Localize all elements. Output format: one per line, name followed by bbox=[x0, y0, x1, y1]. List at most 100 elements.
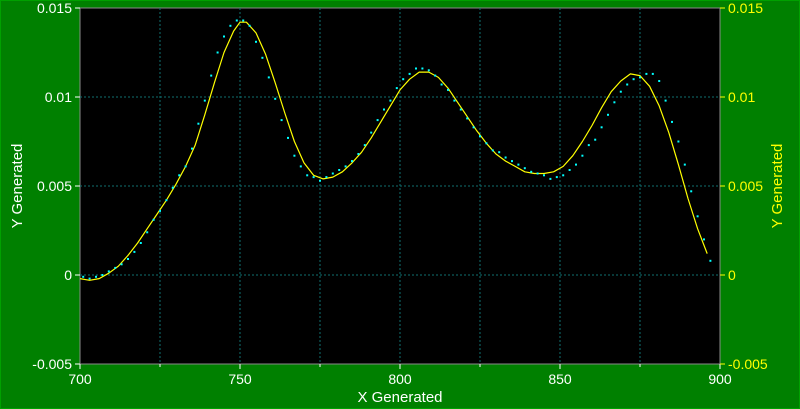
y-tick-label-left: 0.015 bbox=[37, 0, 72, 16]
data-point bbox=[466, 117, 469, 120]
data-point bbox=[530, 170, 533, 173]
data-point bbox=[536, 172, 539, 175]
data-point bbox=[344, 165, 347, 168]
data-point bbox=[395, 87, 398, 90]
x-tick-label: 900 bbox=[708, 371, 732, 387]
data-point bbox=[434, 74, 437, 77]
data-point bbox=[351, 160, 353, 163]
data-point bbox=[555, 176, 558, 179]
data-point bbox=[696, 215, 699, 218]
data-point bbox=[549, 177, 552, 180]
data-point bbox=[216, 51, 219, 54]
data-point bbox=[594, 138, 597, 141]
data-point bbox=[421, 67, 424, 70]
data-point bbox=[197, 122, 200, 125]
data-point bbox=[562, 174, 565, 177]
data-point bbox=[543, 174, 545, 177]
data-point bbox=[683, 163, 686, 166]
data-point bbox=[293, 154, 296, 157]
x-tick-label: 700 bbox=[68, 371, 92, 387]
data-point bbox=[223, 35, 225, 38]
data-point bbox=[287, 136, 289, 139]
data-point bbox=[651, 72, 654, 75]
data-point bbox=[690, 190, 693, 193]
data-point bbox=[600, 126, 603, 129]
data-point bbox=[402, 78, 405, 81]
data-point bbox=[120, 263, 123, 266]
data-point bbox=[658, 80, 661, 82]
data-point bbox=[101, 274, 104, 276]
y-tick-label-right: -0.005 bbox=[728, 356, 768, 372]
y-tick-label-left: 0.005 bbox=[37, 178, 72, 194]
data-point bbox=[267, 76, 270, 79]
data-point bbox=[427, 69, 430, 72]
data-point bbox=[408, 72, 411, 75]
data-point bbox=[664, 99, 667, 102]
data-point bbox=[575, 163, 577, 166]
x-axis-label: X Generated bbox=[357, 389, 442, 406]
x-tick-label: 750 bbox=[228, 371, 252, 387]
data-point bbox=[504, 156, 507, 159]
data-point bbox=[261, 56, 264, 59]
data-point bbox=[133, 250, 136, 253]
data-point bbox=[677, 140, 680, 143]
data-point bbox=[613, 101, 616, 104]
data-point bbox=[127, 258, 129, 260]
data-point bbox=[107, 270, 110, 273]
y-tick-label-left: -0.005 bbox=[32, 356, 72, 372]
data-point bbox=[306, 174, 309, 177]
data-point bbox=[229, 24, 232, 27]
data-point bbox=[357, 153, 360, 155]
y-tick-label-left: 0 bbox=[64, 267, 72, 283]
data-point bbox=[210, 74, 213, 77]
data-point bbox=[242, 19, 245, 22]
data-point bbox=[255, 40, 257, 43]
data-point bbox=[447, 88, 449, 91]
data-point bbox=[511, 160, 513, 163]
data-point bbox=[626, 83, 629, 86]
data-point bbox=[139, 242, 142, 244]
y-axis-label-right: Y Generated bbox=[769, 144, 786, 229]
data-point bbox=[498, 151, 501, 154]
data-point bbox=[383, 108, 385, 111]
data-point bbox=[203, 99, 206, 102]
data-point bbox=[363, 144, 366, 147]
data-point bbox=[491, 149, 494, 152]
data-point bbox=[114, 266, 117, 269]
data-point bbox=[517, 163, 520, 166]
y-tick-label-right: 0.01 bbox=[728, 89, 755, 105]
data-point bbox=[152, 218, 155, 221]
data-point bbox=[184, 165, 187, 168]
data-point bbox=[472, 126, 475, 129]
data-point bbox=[479, 135, 481, 138]
data-point bbox=[191, 147, 193, 150]
data-point bbox=[95, 275, 97, 278]
data-point bbox=[312, 176, 315, 179]
data-point bbox=[376, 119, 379, 122]
data-point bbox=[319, 179, 321, 182]
data-point bbox=[619, 90, 622, 93]
data-point bbox=[581, 154, 584, 157]
y-tick-label-right: 0.005 bbox=[728, 178, 763, 194]
data-point bbox=[639, 76, 641, 79]
data-point bbox=[274, 97, 277, 100]
data-point bbox=[440, 83, 443, 86]
data-point bbox=[607, 113, 609, 116]
data-point bbox=[235, 19, 238, 22]
data-point bbox=[485, 142, 488, 145]
data-point bbox=[299, 165, 302, 168]
data-point bbox=[165, 199, 168, 202]
data-point bbox=[280, 119, 283, 122]
data-point bbox=[415, 67, 417, 70]
data-point bbox=[709, 259, 712, 262]
x-tick-label: 850 bbox=[548, 371, 572, 387]
data-point bbox=[587, 144, 590, 147]
data-point bbox=[248, 24, 251, 27]
x-tick-label: 800 bbox=[388, 371, 412, 387]
y-tick-label-left: 0.01 bbox=[45, 89, 72, 105]
data-point bbox=[645, 72, 648, 75]
y-tick-label-right: 0.015 bbox=[728, 0, 763, 16]
chart: 700 750 800 850 900-0.005 -0.0050 00.005 0.0050… bbox=[0, 0, 800, 409]
data-point bbox=[703, 238, 705, 241]
data-point bbox=[459, 108, 462, 111]
